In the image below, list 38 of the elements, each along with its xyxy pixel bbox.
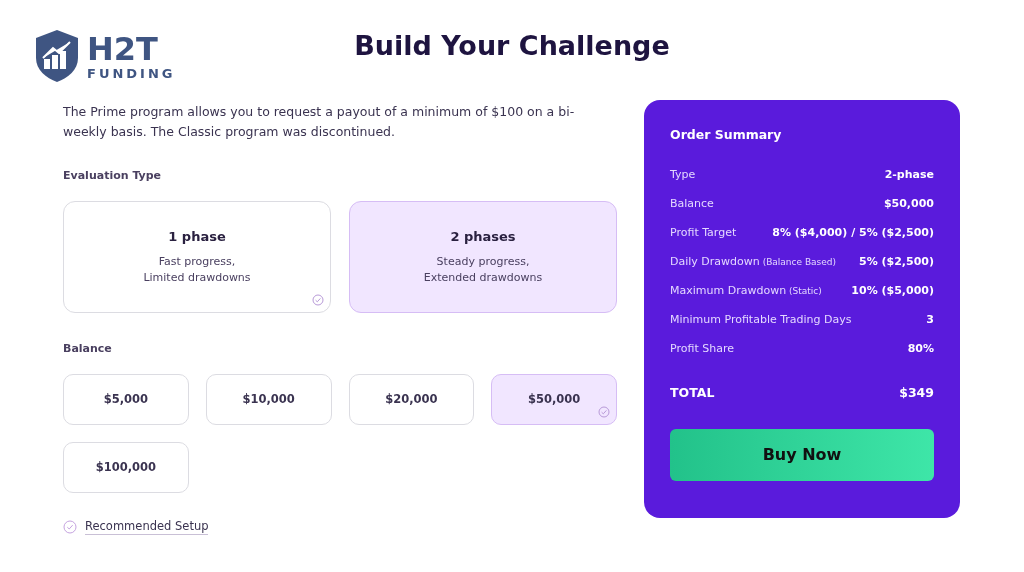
page-title: Build Your Challenge xyxy=(354,29,670,63)
summary-label: Maximum Drawdown (Static) xyxy=(670,282,822,299)
shield-chart-logo-icon xyxy=(33,28,81,84)
summary-value: 10% ($5,000) xyxy=(851,282,934,299)
logo-name: H2T xyxy=(87,32,159,65)
summary-value: 3 xyxy=(926,311,934,328)
balance-option[interactable]: $50,000 xyxy=(491,374,617,425)
balance-option[interactable]: $20,000 xyxy=(348,374,475,425)
recommended-setup-link[interactable]: Recommended Setup xyxy=(85,519,209,535)
summary-label: Type xyxy=(670,166,696,183)
section-label: Evaluation Type xyxy=(63,168,163,184)
summary-label: Balance xyxy=(670,195,714,212)
summary-label: Profit Target xyxy=(670,224,737,241)
check-circle-icon xyxy=(63,520,77,534)
summary-value: 8% ($4,000) / 5% ($2,500) xyxy=(772,224,934,241)
summary-value: 5% ($2,500) xyxy=(859,253,934,270)
section-label: Balance xyxy=(63,340,113,357)
summary-label: Daily Drawdown (Balance Based) xyxy=(670,253,837,270)
intro-text: The Prime program allows you to request a payout of a minimum of $100 on a bi-weekly basis. The Classic program was discontinued. xyxy=(63,103,576,141)
evaluation-option[interactable]: 1 phase Fast progress, Limited drawdowns xyxy=(63,200,331,313)
buy-now-button[interactable]: Buy Now xyxy=(670,428,934,481)
balance-option[interactable]: $5,000 xyxy=(63,374,189,425)
total-value: $349 xyxy=(899,383,934,402)
summary-label: Profit Share xyxy=(670,340,734,357)
balance-option[interactable]: $100,000 xyxy=(63,442,189,493)
option-description: Fast progress, Limited drawdowns xyxy=(143,254,251,287)
evaluation-option[interactable]: 2 phases Steady progress, Extended drawdowns xyxy=(349,200,617,313)
summary-label: Minimum Profitable Trading Days xyxy=(670,311,852,328)
option-title: 2 phases xyxy=(450,227,516,246)
option-description: Steady progress, Extended drawdowns xyxy=(423,254,543,287)
balance-option[interactable]: $10,000 xyxy=(205,374,332,425)
summary-title: Order Summary xyxy=(670,126,783,144)
summary-value: $50,000 xyxy=(883,195,934,212)
summary-value: 80% xyxy=(907,340,934,357)
total-label: TOTAL xyxy=(670,383,715,402)
logo-tagline: FUNDING xyxy=(87,66,176,80)
option-title: 1 phase xyxy=(168,227,226,246)
summary-value: 2-phase xyxy=(884,166,934,183)
